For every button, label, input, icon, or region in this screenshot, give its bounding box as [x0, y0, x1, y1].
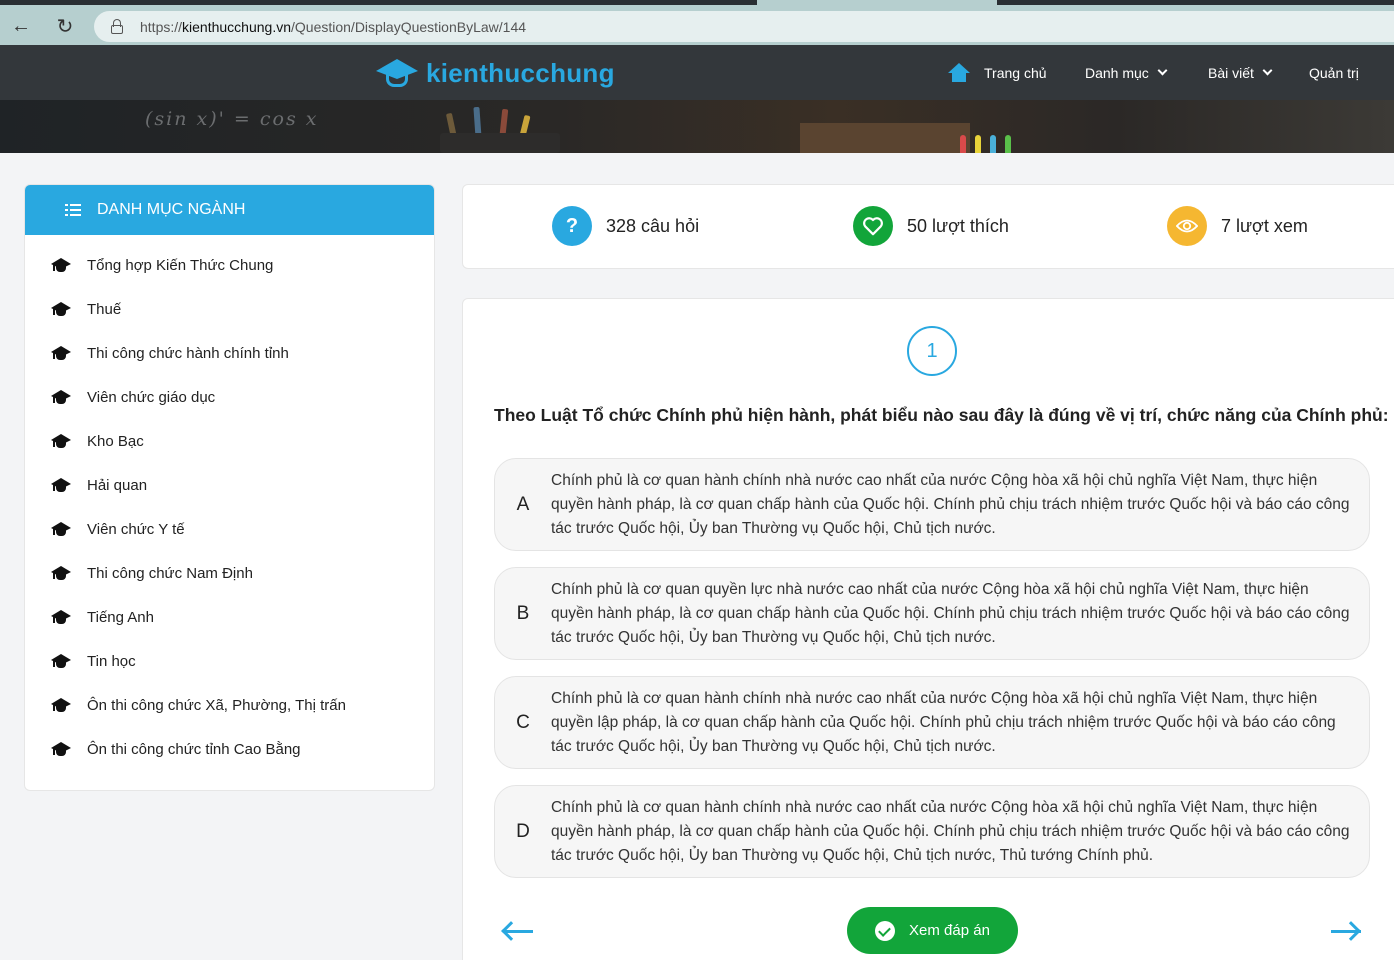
sidebar-item[interactable]: Ôn thi công chức tỉnh Cao Bằng — [25, 727, 434, 771]
sidebar-item-label: Hải quan — [87, 476, 148, 494]
question-icon: ? — [552, 206, 592, 246]
option-letter: A — [516, 493, 530, 515]
stat-questions: ? 328 câu hỏi — [552, 206, 699, 246]
graduation-cap-icon — [51, 741, 71, 757]
sidebar-item-label: Kho Bạc — [87, 432, 144, 450]
reload-icon: ↻ — [56, 15, 74, 38]
main-navbar: kienthucchung Trang chủ Danh mục Bài viế… — [0, 45, 1394, 100]
browser-toolbar: ← ↻ https://kienthucchung.vn/Question/Di… — [0, 0, 1394, 45]
graduation-cap-icon — [51, 389, 71, 405]
sidebar-item-label: Tiếng Anh — [87, 608, 154, 626]
sidebar-item-label: Thuế — [87, 300, 122, 318]
graduation-cap-icon — [51, 653, 71, 669]
nav-categories[interactable]: Danh mục — [1085, 45, 1168, 100]
sidebar-item[interactable]: Thi công chức Nam Định — [25, 551, 434, 595]
back-button[interactable]: ← — [8, 13, 34, 39]
stat-views-label: 7 lượt xem — [1221, 215, 1308, 236]
sidebar-item[interactable]: Hải quan — [25, 463, 434, 507]
nav-categories-label: Danh mục — [1085, 64, 1149, 81]
chevron-down-icon — [1262, 65, 1273, 76]
question-text: Theo Luật Tổ chức Chính phủ hiện hành, p… — [494, 405, 1389, 425]
hero-book-image — [800, 123, 970, 153]
nav-home[interactable]: Trang chủ — [948, 45, 1047, 100]
address-bar[interactable]: https://kienthucchung.vn/Question/Displa… — [94, 11, 1394, 42]
lock-icon — [110, 18, 124, 35]
hero-pencils-image — [420, 103, 600, 153]
category-sidebar: DANH MỤC NGÀNH Tổng hợp Kiến Thức Chung … — [24, 184, 435, 791]
check-circle-icon — [875, 920, 896, 941]
sidebar-item-label: Tổng hợp Kiến Thức Chung — [87, 256, 274, 274]
stats-bar: ? 328 câu hỏi 50 lượt thích 7 lượt xem — [462, 184, 1394, 269]
option-text: Chính phủ là cơ quan hành chính nhà nước… — [551, 471, 1350, 537]
heart-icon[interactable] — [853, 206, 893, 246]
graduation-cap-icon — [51, 433, 71, 449]
list-icon — [65, 203, 81, 217]
home-icon — [948, 62, 970, 83]
sidebar-item[interactable]: Kho Bạc — [25, 419, 434, 463]
stat-likes-label: 50 lượt thích — [907, 215, 1009, 236]
sidebar-item-label: Thi công chức Nam Định — [87, 564, 253, 582]
option-text: Chính phủ là cơ quan quyền lực nhà nước … — [551, 580, 1350, 646]
sidebar-item-label: Ôn thi công chức tỉnh Cao Bằng — [87, 740, 301, 758]
graduation-cap-icon — [51, 257, 71, 273]
answer-option-a[interactable]: A Chính phủ là cơ quan hành chính nhà nư… — [494, 458, 1370, 551]
show-answer-button[interactable]: Xem đáp án — [847, 907, 1018, 954]
option-letter: B — [516, 602, 530, 624]
logo-text: kienthucchung — [426, 57, 615, 88]
option-text: Chính phủ là cơ quan hành chính nhà nước… — [551, 798, 1350, 864]
sidebar-item[interactable]: Thi công chức hành chính tỉnh — [25, 331, 434, 375]
sidebar-item[interactable]: Tổng hợp Kiến Thức Chung — [25, 243, 434, 287]
graduation-cap-icon — [51, 697, 71, 713]
stat-views: 7 lượt xem — [1167, 206, 1308, 246]
sidebar-item[interactable]: Ôn thi công chức Xã, Phường, Thị trấn — [25, 683, 434, 727]
graduation-cap-icon — [51, 521, 71, 537]
show-answer-label: Xem đáp án — [909, 922, 990, 939]
site-logo[interactable]: kienthucchung — [376, 57, 615, 89]
answer-option-c[interactable]: C Chính phủ là cơ quan hành chính nhà nư… — [494, 676, 1370, 769]
site-header: (sin x)' = cos x kienthucchung Trang chủ… — [0, 45, 1394, 153]
chevron-down-icon — [1157, 65, 1168, 76]
url-text: https://kienthucchung.vn/Question/Displa… — [140, 18, 527, 35]
nav-articles-label: Bài viết — [1208, 64, 1254, 81]
sidebar-item-label: Tin học — [87, 652, 136, 670]
nav-home-label: Trang chủ — [984, 64, 1047, 81]
next-question-button[interactable] — [1329, 919, 1363, 945]
nav-articles[interactable]: Bài viết — [1208, 45, 1273, 100]
graduation-cap-icon — [376, 57, 418, 89]
graduation-cap-icon — [51, 609, 71, 625]
sidebar-item-label: Ôn thi công chức Xã, Phường, Thị trấn — [87, 696, 346, 714]
sidebar-item[interactable]: Viên chức Y tế — [25, 507, 434, 551]
graduation-cap-icon — [51, 477, 71, 493]
option-text: Chính phủ là cơ quan hành chính nhà nước… — [551, 689, 1336, 755]
graduation-cap-icon — [51, 301, 71, 317]
previous-question-button[interactable] — [501, 919, 535, 945]
option-letter: C — [516, 711, 530, 733]
answer-option-b[interactable]: B Chính phủ là cơ quan quyền lực nhà nướ… — [494, 567, 1370, 660]
sidebar-item-label: Viên chức Y tế — [87, 520, 185, 538]
graduation-cap-icon — [51, 565, 71, 581]
eye-icon — [1167, 206, 1207, 246]
question-number: 1 — [907, 326, 957, 376]
sidebar-item[interactable]: Thuế — [25, 287, 434, 331]
sidebar-list: Tổng hợp Kiến Thức Chung Thuế Thi công c… — [25, 235, 434, 771]
question-card: 1 Theo Luật Tổ chức Chính phủ hiện hành,… — [462, 298, 1394, 960]
sidebar-item[interactable]: Tin học — [25, 639, 434, 683]
nav-admin[interactable]: Quản trị — [1309, 45, 1359, 100]
sidebar-header: DANH MỤC NGÀNH — [25, 185, 434, 235]
sidebar-item[interactable]: Tiếng Anh — [25, 595, 434, 639]
stat-questions-label: 328 câu hỏi — [606, 215, 700, 236]
stat-likes: 50 lượt thích — [853, 206, 1009, 246]
sidebar-title: DANH MỤC NGÀNH — [97, 201, 246, 218]
sidebar-item[interactable]: Viên chức giáo dục — [25, 375, 434, 419]
graduation-cap-icon — [51, 345, 71, 361]
reload-button[interactable]: ↻ — [52, 13, 78, 39]
hero-math-text: (sin x)' = cos x — [145, 108, 319, 130]
sidebar-item-label: Thi công chức hành chính tỉnh — [87, 344, 289, 362]
sidebar-item-label: Viên chức giáo dục — [87, 388, 216, 406]
answer-option-d[interactable]: D Chính phủ là cơ quan hành chính nhà nư… — [494, 785, 1370, 878]
arrow-left-icon: ← — [11, 14, 31, 37]
option-letter: D — [516, 820, 530, 842]
nav-admin-label: Quản trị — [1309, 64, 1359, 81]
active-tab-indicator — [757, 0, 997, 5]
